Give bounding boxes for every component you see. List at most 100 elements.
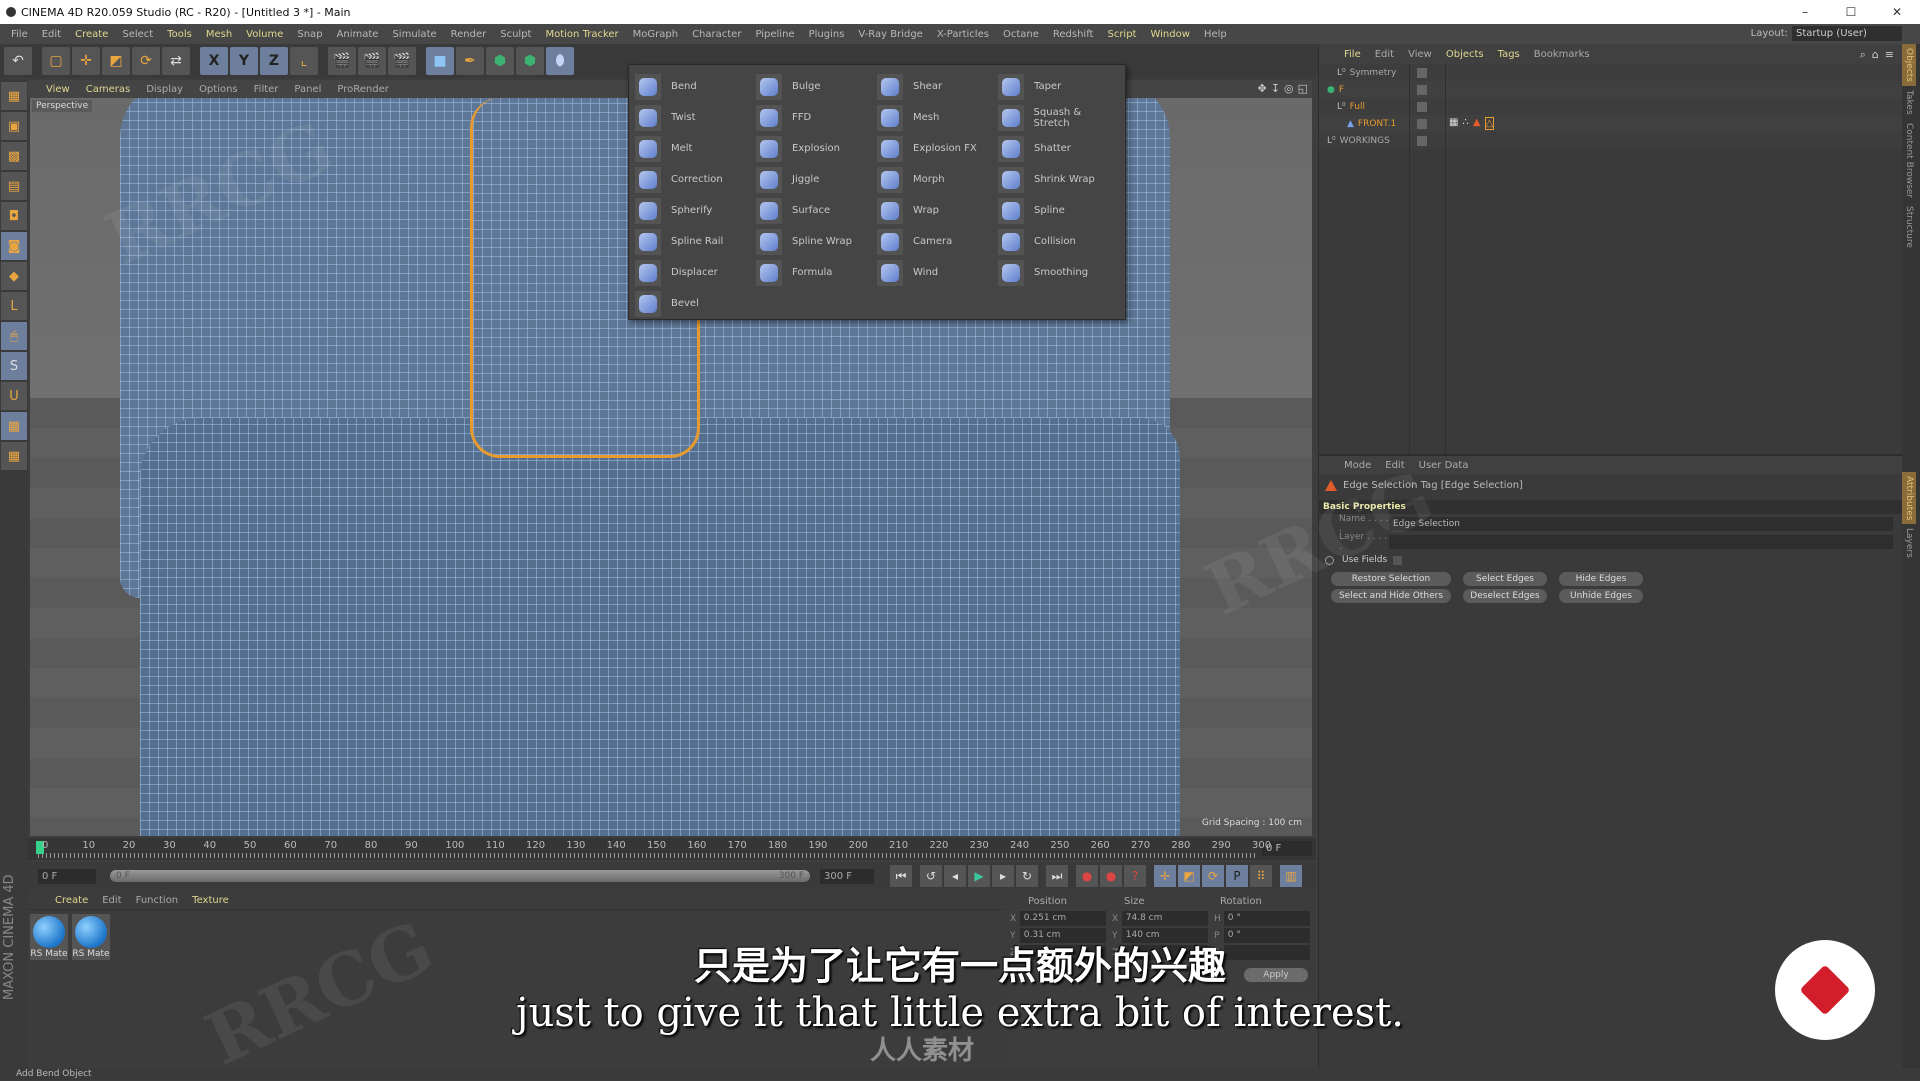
om-menu-file[interactable]: File [1344, 49, 1361, 60]
menu-character[interactable]: Character [692, 29, 741, 40]
material-menu-texture[interactable]: Texture [192, 895, 229, 906]
coordinate-field[interactable]: 0 ° [1223, 911, 1310, 926]
coordinate-field[interactable]: 74.8 cm [1121, 911, 1208, 926]
maximize-view-icon[interactable]: ◱ [1298, 82, 1308, 95]
workplane-mode-icon[interactable]: ▤ [1, 172, 27, 200]
visibility-toggle-icon[interactable] [1417, 67, 1427, 78]
subdivision-surface-icon[interactable]: ⬢ [486, 47, 514, 75]
menu-redshift[interactable]: Redshift [1053, 29, 1094, 40]
object-row[interactable]: L⁰ Symmetry [1319, 64, 1902, 81]
material-menu-edit[interactable]: Edit [102, 895, 121, 906]
close-button[interactable]: ✕ [1874, 0, 1920, 24]
deformer-item-explosion[interactable]: Explosion [756, 133, 877, 164]
scale-key-icon[interactable]: ◩ [1178, 865, 1200, 887]
edge-selection-tag-icon[interactable]: △ [1484, 117, 1495, 130]
end-frame-field[interactable]: 300 F [820, 868, 874, 884]
menu-window[interactable]: Window [1150, 29, 1189, 40]
viewport-menu-filter[interactable]: Filter [254, 84, 279, 95]
viewport-menu-view[interactable]: View [46, 84, 70, 95]
point-level-animation-icon[interactable]: ⠿ [1250, 865, 1272, 887]
rotation-key-icon[interactable]: ⟳ [1202, 865, 1224, 887]
previous-frame-button[interactable]: ◂ [944, 865, 966, 887]
menu-volume[interactable]: Volume [246, 29, 283, 40]
viewport-menu-prorender[interactable]: ProRender [337, 84, 388, 95]
rotate-tool-icon[interactable]: ⟳ [132, 47, 160, 75]
deformer-item-taper[interactable]: Taper [998, 71, 1119, 102]
viewport-menu-cameras[interactable]: Cameras [86, 84, 130, 95]
menu-edit[interactable]: Edit [42, 29, 61, 40]
object-row[interactable]: L⁰ Full [1319, 98, 1902, 115]
object-row[interactable]: L⁰ WORKINGS [1319, 132, 1902, 149]
tab-takes[interactable]: Takes [1902, 86, 1916, 119]
om-menu-tags[interactable]: Tags [1498, 49, 1520, 60]
next-frame-button[interactable]: ▸ [992, 865, 1014, 887]
am-menu-mode[interactable]: Mode [1344, 460, 1371, 471]
cloner-icon[interactable]: ⬢ [516, 47, 544, 75]
deformer-item-bulge[interactable]: Bulge [756, 71, 877, 102]
menu-v-ray-bridge[interactable]: V-Ray Bridge [858, 29, 922, 40]
position-key-icon[interactable]: ✛ [1154, 865, 1176, 887]
visibility-toggle-icon[interactable] [1417, 118, 1427, 129]
tab-structure[interactable]: Structure [1902, 202, 1916, 252]
menu-sculpt[interactable]: Sculpt [500, 29, 531, 40]
workplane-lock-icon[interactable]: ▦ [1, 412, 27, 440]
object-row[interactable]: ● F [1319, 81, 1902, 98]
tab-content-browser[interactable]: Content Browser [1902, 119, 1916, 202]
visibility-toggle-icon[interactable] [1417, 101, 1427, 112]
deformer-item-bend[interactable]: Bend [635, 71, 756, 102]
deformer-item-spline-rail[interactable]: Spline Rail [635, 226, 756, 257]
select-and-hide-others-button[interactable]: Select and Hide Others [1331, 589, 1451, 603]
minimize-button[interactable]: – [1782, 0, 1828, 24]
axis-mode-icon[interactable]: L [1, 292, 27, 320]
select-edges-button[interactable]: Select Edges [1463, 572, 1547, 586]
tab-attributes[interactable]: Attributes [1902, 471, 1916, 525]
coordinate-system-icon[interactable]: ⌞ [290, 47, 318, 75]
menu-plugins[interactable]: Plugins [809, 29, 845, 40]
move-tool-icon[interactable]: ✛ [72, 47, 100, 75]
use-fields-checkbox[interactable] [1393, 555, 1403, 565]
tab-objects[interactable]: Objects [1902, 44, 1916, 87]
menu-tools[interactable]: Tools [167, 29, 192, 40]
deformer-item-twist[interactable]: Twist [635, 102, 756, 133]
menu-animate[interactable]: Animate [337, 29, 379, 40]
name-field[interactable]: Edge Selection [1389, 517, 1893, 531]
cube-object-icon[interactable]: ■ [426, 47, 454, 75]
deformer-item-jiggle[interactable]: Jiggle [756, 164, 877, 195]
animate-radio[interactable] [1325, 555, 1334, 565]
deformer-item-morph[interactable]: Morph [877, 164, 998, 195]
deformer-item-spline-wrap[interactable]: Spline Wrap [756, 226, 877, 257]
menu-script[interactable]: Script [1107, 29, 1136, 40]
x-axis-lock-button[interactable]: X [200, 47, 228, 75]
next-key-button[interactable]: ↻ [1016, 865, 1038, 887]
play-button[interactable]: ▶ [968, 865, 990, 887]
object-row[interactable]: ▲ FRONT.1 ▦ ∴ ▲ △ [1319, 115, 1902, 132]
deformer-item-displacer[interactable]: Displacer [635, 257, 756, 288]
rotate-view-icon[interactable]: ◎ [1284, 82, 1294, 95]
previous-key-button[interactable]: ↺ [920, 865, 942, 887]
menu-simulate[interactable]: Simulate [392, 29, 436, 40]
go-to-end-button[interactable]: ⏭ [1046, 865, 1068, 887]
parameter-key-icon[interactable]: P [1226, 865, 1248, 887]
visibility-toggle-icon[interactable] [1417, 84, 1427, 95]
timeline-window-icon[interactable]: ▥ [1280, 865, 1302, 887]
undo-button[interactable]: ↶ [4, 47, 32, 75]
render-view-icon[interactable]: 🎬 [328, 47, 356, 75]
om-menu-view[interactable]: View [1408, 49, 1432, 60]
am-menu-user-data[interactable]: User Data [1419, 460, 1469, 471]
scale-tool-icon[interactable]: ◩ [102, 47, 130, 75]
deformer-item-squash-stretch[interactable]: Squash & Stretch [998, 102, 1119, 133]
deselect-edges-button[interactable]: Deselect Edges [1463, 589, 1547, 603]
deformer-item-bevel[interactable]: Bevel [635, 288, 756, 319]
hide-edges-button[interactable]: Hide Edges [1559, 572, 1643, 586]
texture-mode-icon[interactable]: ▩ [1, 142, 27, 170]
points-mode-icon[interactable]: ◘ [1, 202, 27, 230]
deformer-item-shatter[interactable]: Shatter [998, 133, 1119, 164]
tweak-mode-icon[interactable]: 🖱 [1, 322, 27, 350]
search-icon[interactable]: ⌕ [1860, 48, 1866, 62]
menu-snap[interactable]: Snap [297, 29, 322, 40]
deformer-item-wrap[interactable]: Wrap [877, 195, 998, 226]
z-axis-lock-button[interactable]: Z [260, 47, 288, 75]
deformer-item-formula[interactable]: Formula [756, 257, 877, 288]
tab-layers[interactable]: Layers [1902, 524, 1916, 562]
menu-create[interactable]: Create [75, 29, 108, 40]
